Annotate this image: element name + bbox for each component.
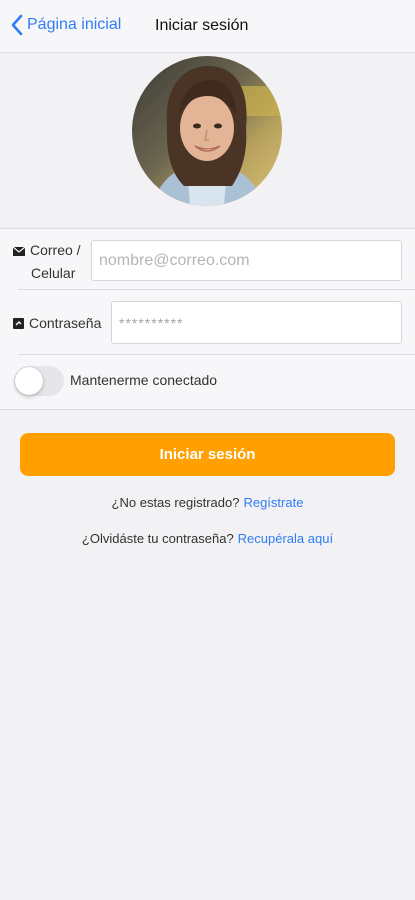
chevron-left-icon <box>11 14 23 36</box>
page-title: Iniciar sesión <box>155 17 249 34</box>
email-field[interactable] <box>91 240 402 281</box>
remember-label: Mantenerme conectado <box>70 372 218 388</box>
forgot-prompt: ¿Olvidáste tu contraseña? <box>81 531 234 546</box>
email-label-line2: Celular <box>31 265 76 281</box>
register-prompt: ¿No estas registrado? <box>111 495 240 510</box>
email-label: Correo / <box>12 238 81 263</box>
forgot-line: ¿Olvidáste tu contraseña? Recupérala aquí <box>0 531 415 546</box>
toggle-knob <box>15 367 43 395</box>
password-label: Contraseña <box>13 311 101 336</box>
avatar[interactable] <box>132 56 282 206</box>
email-label-line1: Correo / <box>30 242 81 258</box>
remember-toggle[interactable] <box>14 366 64 396</box>
avatar-photo <box>132 56 282 206</box>
lock-icon <box>13 312 24 336</box>
back-label: Página inicial <box>27 16 122 33</box>
register-line: ¿No estas registrado? Regístrate <box>0 495 415 510</box>
register-link[interactable]: Regístrate <box>243 495 303 510</box>
forgot-password-link[interactable]: Recupérala aquí <box>238 531 333 546</box>
avatar-section <box>0 53 415 228</box>
back-button[interactable]: Página inicial <box>10 14 121 36</box>
password-label-text: Contraseña <box>29 315 102 331</box>
navigation-bar: Página inicial Iniciar sesión <box>0 0 415 53</box>
password-field[interactable] <box>111 301 402 344</box>
login-form: Correo / Celular Contraseña Mantenerme c… <box>0 228 415 410</box>
row-divider <box>18 354 415 355</box>
login-button[interactable]: Iniciar sesión <box>20 433 395 476</box>
row-divider <box>18 289 415 290</box>
envelope-icon <box>12 239 26 263</box>
